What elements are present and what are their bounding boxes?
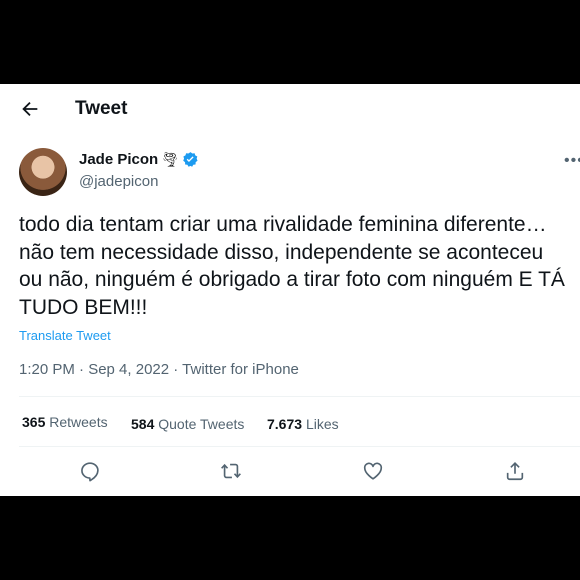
back-arrow-icon[interactable] [19, 98, 41, 120]
tweet-meta[interactable]: 1:20 PM · Sep 4, 2022 · Twitter for iPho… [19, 361, 299, 378]
retweets-label: Retweets [49, 414, 108, 430]
tweet-text: todo dia tentam criar uma rivalidade fem… [19, 213, 565, 319]
likes-count: 7.673 [267, 416, 303, 432]
quotes-count: 584 [131, 416, 155, 432]
author-handle[interactable]: @jadepicon [79, 173, 158, 190]
page-title: Tweet [75, 98, 128, 119]
avatar[interactable] [19, 148, 67, 196]
likes-label: Likes [305, 416, 339, 432]
share-icon[interactable] [504, 460, 526, 482]
verified-badge-icon [183, 152, 198, 167]
tornado-emoji: 🌪 [161, 151, 179, 167]
likes-stat[interactable]: 7.673 Likes [267, 416, 339, 432]
retweets-count: 365 [22, 414, 46, 430]
quotes-label: Quote Tweets [158, 416, 245, 432]
retweets-stat[interactable]: 365 Retweets [22, 414, 108, 430]
divider [19, 396, 580, 397]
action-bar [0, 460, 580, 484]
retweet-icon[interactable] [220, 460, 242, 482]
quote-tweets-stat[interactable]: 584 Quote Tweets [131, 416, 244, 432]
heart-icon[interactable] [362, 460, 384, 482]
author-name-row[interactable]: Jade Picon 🌪 [79, 151, 199, 168]
divider [19, 446, 580, 447]
author-name[interactable]: Jade Picon [79, 151, 158, 168]
translate-link[interactable]: Translate Tweet [19, 328, 111, 343]
reply-icon[interactable] [79, 460, 101, 482]
more-options-icon[interactable]: ••• [564, 152, 580, 170]
tweet-card: Tweet Jade Picon 🌪 @jadepicon ••• todo d… [0, 84, 580, 496]
page-header: Tweet [0, 84, 580, 136]
